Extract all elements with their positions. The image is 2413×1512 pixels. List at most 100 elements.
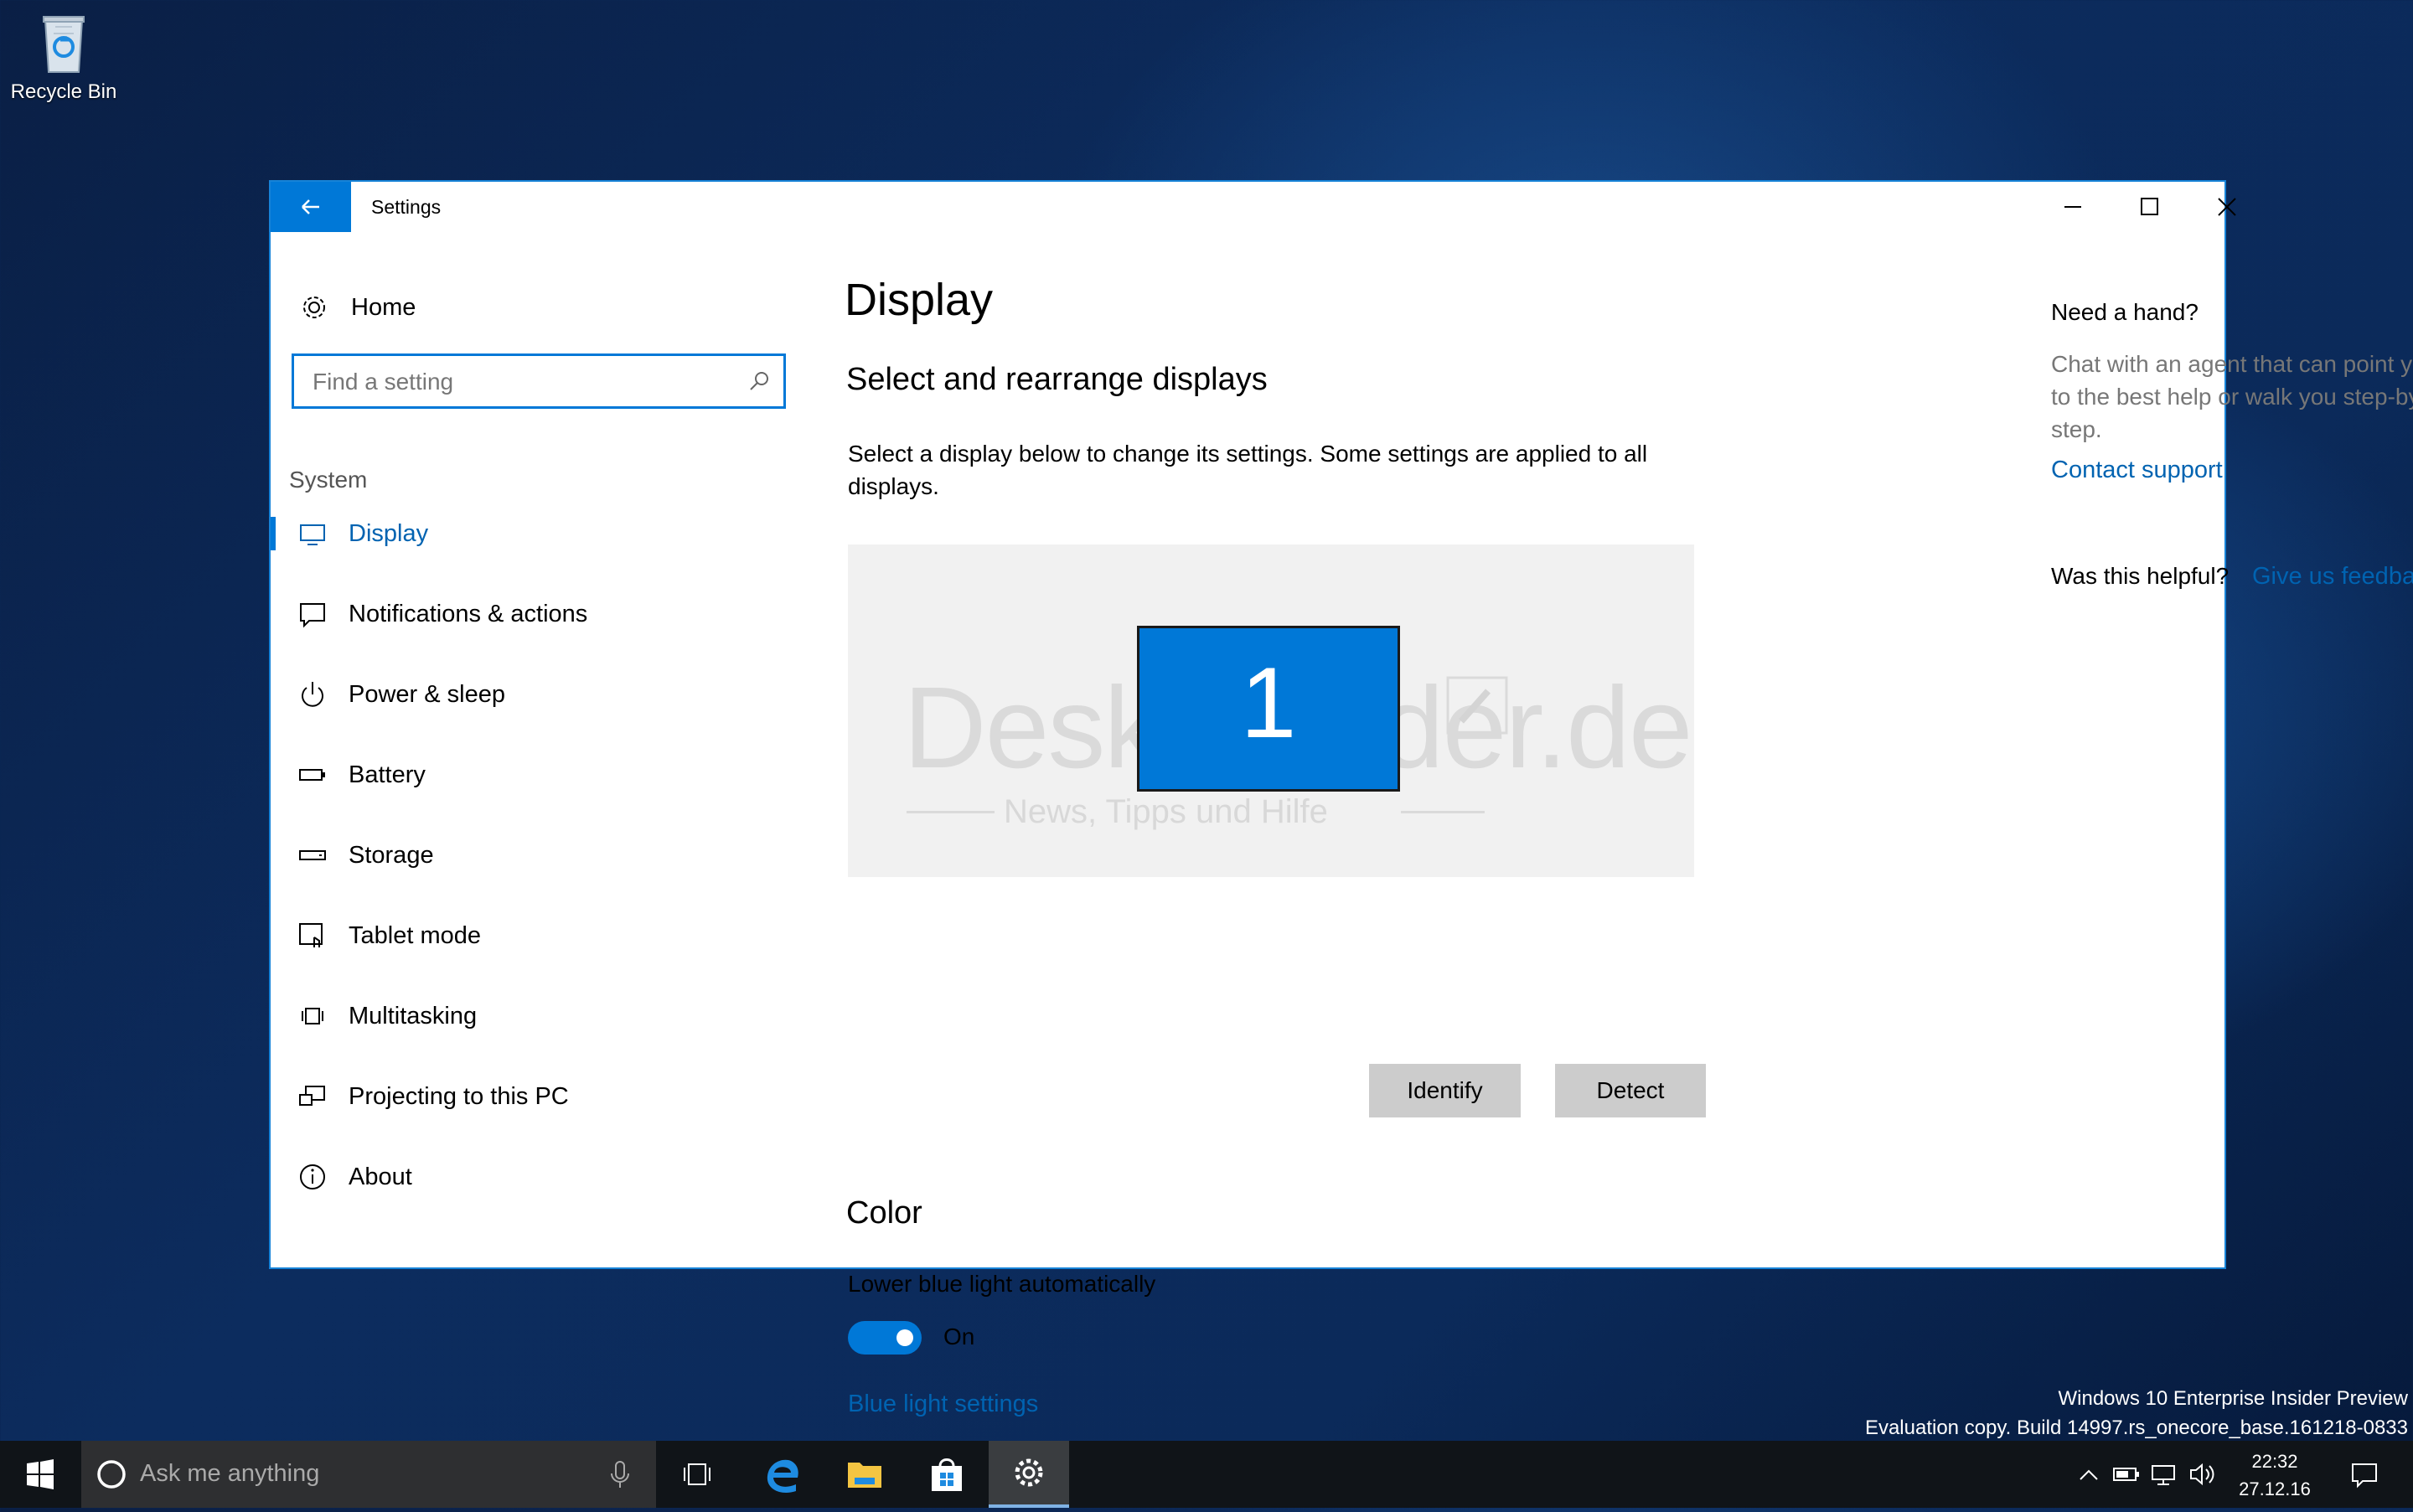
recycle-bin-icon [37,8,90,75]
nav-item-label: Power & sleep [349,680,505,708]
store-taskbar-button[interactable] [907,1441,987,1508]
page-title: Display [845,275,994,325]
nav-item-label: Tablet mode [349,921,481,949]
maximize-button[interactable] [2111,182,2188,232]
start-button[interactable] [0,1441,80,1508]
contact-support-link[interactable]: Contact support [2051,457,2223,484]
window-title: Settings [371,196,442,218]
nav-item-tablet-mode[interactable]: Tablet mode [271,902,790,969]
folder-icon [848,1463,881,1488]
monitor-number: 1 [1240,647,1297,759]
nav-item-label: Display [349,519,429,547]
edge-taskbar-button[interactable] [742,1441,823,1508]
settings-taskbar-button[interactable] [989,1441,1069,1508]
need-hand-heading: Need a hand? [2051,299,2199,325]
tablet-mode-icon [299,923,323,947]
network-tray-icon[interactable] [2147,1441,2181,1508]
back-button[interactable] [271,182,351,232]
nav-item-label: Multitasking [349,1002,478,1030]
store-bag-icon [932,1458,962,1491]
find-setting-input[interactable] [311,361,733,403]
battery-tray-icon[interactable] [2109,1441,2142,1508]
color-heading: Color [846,1195,922,1231]
back-arrow-icon [302,199,319,214]
build-watermark: Windows 10 Enterprise Insider Preview Ev… [1865,1384,2408,1442]
nav-item-about[interactable]: About [271,1143,790,1210]
clock-time: 22:32 [2251,1451,2298,1472]
multitasking-icon [302,1008,323,1024]
nav-item-label: Storage [349,841,434,869]
microphone-icon[interactable] [607,1459,633,1491]
monitor-1[interactable]: 1 [1137,626,1400,792]
info-icon [300,1164,325,1189]
taskbar-clock[interactable]: 22:32 27.12.16 [2212,1447,2338,1503]
windows-logo-icon [27,1459,54,1489]
monitor-icon [300,524,325,545]
build-text: Evaluation copy. Build 14997.rs_onecore_… [1864,1417,2408,1439]
settings-search-box[interactable] [292,353,786,409]
nav-item-display[interactable]: Display [271,500,790,567]
nav-item-multitasking[interactable]: Multitasking [271,983,790,1050]
edition-text: Windows 10 Enterprise Insider Preview [2058,1387,2408,1410]
home-link[interactable]: Home [297,289,416,326]
edge-icon [767,1459,798,1493]
help-text: Chat with an agent that can point you to… [2051,351,2413,442]
minimize-icon [2064,206,2081,208]
notification-icon [300,603,325,628]
cortana-search-box[interactable]: Ask me anything [81,1441,656,1508]
give-feedback-link[interactable]: Give us feedback [2252,563,2413,591]
identify-button[interactable]: Identify [1369,1064,1521,1117]
close-button[interactable] [2188,182,2266,232]
nav-item-label: About [349,1163,412,1190]
toggle-state-label: On [943,1324,975,1349]
recycle-bin-shortcut[interactable]: Recycle Bin [7,8,121,104]
gear-icon [303,297,325,318]
watermark-line-right [1401,811,1485,813]
nav-item-label: Notifications & actions [349,600,588,627]
nav-item-power-sleep[interactable]: Power & sleep [271,661,790,728]
nav-item-storage[interactable]: Storage [271,822,790,889]
recycle-bin-label: Recycle Bin [10,80,117,103]
file-explorer-taskbar-button[interactable] [824,1441,905,1508]
blue-light-settings-link[interactable]: Blue light settings [848,1391,1038,1418]
action-center-icon[interactable] [2339,1441,2390,1508]
nav-item-battery[interactable]: Battery [271,741,790,808]
cortana-icon [97,1460,126,1489]
detect-button[interactable]: Detect [1555,1064,1706,1117]
watermark-subtitle: News, Tipps und Hilfe [1004,793,1328,830]
power-icon [302,682,323,707]
battery-icon [299,769,325,781]
show-hidden-icons-chevron-icon[interactable] [2074,1441,2104,1508]
settings-nav: Home System Display Notifications & acti… [271,232,790,1267]
storage-icon [299,850,326,860]
active-indicator [271,517,276,550]
blue-light-auto-label: Lower blue light automatically [848,1271,1156,1297]
toggle-knob [896,1329,913,1346]
nav-section-label: System [289,467,368,493]
was-helpful-label: Was this helpful? [2051,563,2230,589]
nav-item-projecting[interactable]: Projecting to this PC [271,1063,790,1130]
watermark-line-left [907,811,995,813]
projecting-icon [299,1086,325,1106]
title-bar: Settings [271,182,2236,232]
settings-gear-icon [1015,1458,1043,1487]
close-icon [2218,198,2236,216]
cortana-search-placeholder: Ask me anything [140,1460,320,1487]
watermark-pen-icon [1446,676,1508,735]
display-settings-page: Display Select and rearrange displays Se… [845,232,1976,1417]
minimize-button[interactable] [2034,182,2111,232]
blue-light-toggle[interactable] [848,1321,922,1355]
maximize-icon [2141,198,2158,215]
settings-window: Settings Home System [269,180,2413,1417]
nav-item-notifications[interactable]: Notifications & actions [271,581,790,648]
clock-date: 27.12.16 [2239,1478,2311,1499]
nav-item-label: Battery [349,761,426,788]
task-view-icon [684,1463,710,1485]
display-arrangement-canvas[interactable]: Deskmodder.de News, Tipps und Hilfe 1 [848,544,1694,877]
rearrange-heading: Select and rearrange displays [846,362,1268,397]
rearrange-description: Select a display below to change its set… [848,441,1648,499]
task-view-button[interactable] [657,1441,737,1508]
home-label: Home [351,293,416,321]
nav-item-label: Projecting to this PC [349,1082,569,1110]
taskbar: Ask me anything 22:32 27.12.16 [0,1441,2413,1508]
